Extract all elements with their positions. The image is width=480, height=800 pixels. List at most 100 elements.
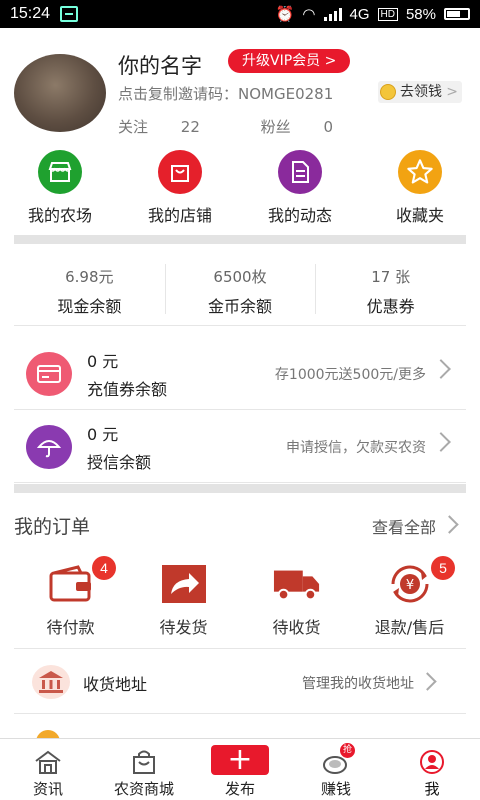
signal-icon bbox=[323, 7, 342, 21]
quick-label: 我的店铺 bbox=[147, 206, 212, 225]
follow-label: 关注 bbox=[118, 118, 149, 136]
upgrade-vip-button[interactable]: 升级VIP会员 > bbox=[228, 49, 351, 73]
credit-label: 授信余额 bbox=[87, 453, 152, 472]
balance-summary: 6.98元 现金余额 6500枚 金币余额 17 张 优惠券 bbox=[14, 258, 466, 326]
status-time: 15:24 bbox=[10, 5, 51, 22]
farm-shop-icon bbox=[38, 150, 82, 194]
get-money-label: 去领钱 bbox=[400, 84, 442, 100]
fans-link[interactable]: 粉丝 0 bbox=[261, 118, 361, 136]
order-label: 待付款 bbox=[46, 618, 95, 637]
balance-label: 优惠券 bbox=[366, 297, 415, 316]
balance-value: 17 张 bbox=[371, 268, 411, 286]
screenshot-scan-icon bbox=[60, 6, 79, 22]
grab-tag: 抢 bbox=[340, 743, 355, 758]
recharge-amount: 0 元 bbox=[87, 352, 119, 371]
document-icon bbox=[278, 150, 322, 194]
orders-header: 我的订单 查看全部 bbox=[14, 504, 466, 544]
avatar[interactable] bbox=[14, 54, 106, 132]
order-refund-aftersale[interactable]: ¥ 5 退款/售后 bbox=[353, 556, 466, 644]
truck-icon bbox=[273, 564, 321, 604]
tab-label: 我 bbox=[424, 780, 440, 798]
share-arrow-icon bbox=[160, 564, 208, 604]
follow-link[interactable]: 关注 22 bbox=[118, 118, 228, 136]
fans-label: 粉丝 bbox=[260, 118, 291, 136]
orders-title: 我的订单 bbox=[14, 516, 91, 538]
chevron-right-icon bbox=[431, 432, 451, 452]
quick-my-feed[interactable]: 我的动态 bbox=[240, 150, 360, 230]
quick-actions: 我的农场 我的店铺 我的动态 收藏夹 bbox=[0, 150, 480, 230]
chevron-right-icon: > bbox=[446, 84, 458, 100]
recharge-voucher-row[interactable]: 0 元 充值券余额 存1000元送500元/更多 bbox=[14, 338, 466, 410]
chevron-right-icon bbox=[418, 672, 437, 691]
user-icon bbox=[417, 749, 447, 775]
order-label: 退款/售后 bbox=[374, 618, 445, 637]
bottom-navigation: 资讯 农资商城 + 发布 抢 赚钱 我 bbox=[0, 738, 480, 800]
tab-label: 农资商城 bbox=[113, 780, 174, 798]
plus-icon: + bbox=[211, 745, 269, 775]
battery-percent: 58% bbox=[405, 5, 436, 23]
credit-amount: 0 元 bbox=[87, 425, 119, 444]
balance-label: 现金余额 bbox=[57, 297, 122, 316]
get-money-button[interactable]: 去领钱 > bbox=[378, 81, 462, 103]
quick-my-farm[interactable]: 我的农场 bbox=[0, 150, 120, 230]
section-divider bbox=[14, 484, 466, 493]
bank-building-icon bbox=[32, 665, 70, 699]
view-all-orders-link[interactable]: 查看全部 bbox=[372, 514, 436, 538]
chevron-right-icon bbox=[431, 359, 451, 379]
wifi-icon: ◠ bbox=[302, 6, 316, 23]
credit-hint: 申请授信，欠款买农资 bbox=[286, 440, 426, 456]
star-icon bbox=[398, 150, 442, 194]
umbrella-icon bbox=[26, 425, 72, 469]
address-label: 收货地址 bbox=[83, 675, 148, 694]
quick-label: 我的农场 bbox=[27, 206, 92, 225]
tab-me[interactable]: 我 bbox=[384, 739, 480, 800]
follow-stats: 关注 22 粉丝 0 bbox=[118, 116, 389, 137]
tab-mall[interactable]: 农资商城 bbox=[96, 739, 192, 800]
balance-label: 金币余额 bbox=[208, 297, 273, 316]
fans-count: 0 bbox=[323, 118, 334, 136]
battery-icon bbox=[444, 8, 470, 20]
tab-label: 赚钱 bbox=[320, 780, 351, 798]
chevron-right-icon bbox=[440, 515, 459, 534]
order-label: 待发货 bbox=[159, 618, 208, 637]
shopping-bag-icon bbox=[158, 150, 202, 194]
gold-coin-icon bbox=[380, 84, 396, 100]
tab-earn[interactable]: 抢 赚钱 bbox=[288, 739, 384, 800]
order-pending-receipt[interactable]: 待收货 bbox=[240, 558, 353, 644]
shipping-address-row[interactable]: 收货地址 管理我的收货地址 bbox=[14, 648, 466, 714]
invite-prefix: 点击复制邀请码： bbox=[118, 85, 239, 103]
quick-favorites[interactable]: 收藏夹 bbox=[360, 150, 480, 230]
card-icon bbox=[26, 352, 72, 396]
follow-count: 22 bbox=[180, 118, 200, 136]
tab-news[interactable]: 资讯 bbox=[0, 739, 96, 800]
order-label: 待收货 bbox=[272, 618, 321, 637]
alarm-icon: ⏰ bbox=[275, 6, 295, 23]
pending-payment-badge: 4 bbox=[92, 556, 116, 580]
shopping-bag-icon bbox=[129, 749, 159, 775]
tab-label: 发布 bbox=[224, 780, 255, 798]
invite-code-copy[interactable]: 点击复制邀请码：NOMGE0281 bbox=[118, 83, 333, 104]
coin-grab-icon: 抢 bbox=[321, 743, 355, 775]
hd-icon: HD bbox=[377, 7, 398, 21]
coupon-balance[interactable]: 17 张 优惠券 bbox=[315, 258, 466, 325]
refund-badge: 5 bbox=[431, 556, 455, 580]
tab-publish[interactable]: + 发布 bbox=[192, 739, 288, 800]
order-status-grid: 4 待付款 待发货 待收货 ¥ 5 退款/售后 bbox=[0, 556, 480, 644]
status-bar: 15:24 ⏰ ◠ 4G HD 58% bbox=[0, 0, 480, 28]
order-pending-payment[interactable]: 4 待付款 bbox=[14, 556, 127, 644]
credit-balance-row[interactable]: 0 元 授信余额 申请授信，欠款买农资 bbox=[14, 411, 466, 483]
balance-value: 6500枚 bbox=[213, 268, 267, 286]
tab-label: 资讯 bbox=[32, 780, 63, 798]
coin-balance[interactable]: 6500枚 金币余额 bbox=[164, 258, 316, 325]
quick-label: 我的动态 bbox=[267, 206, 332, 225]
cash-balance[interactable]: 6.98元 现金余额 bbox=[14, 258, 165, 325]
quick-my-shop[interactable]: 我的店铺 bbox=[120, 150, 240, 230]
balance-value: 6.98元 bbox=[65, 268, 114, 286]
refund-yen-icon: ¥ bbox=[386, 564, 434, 604]
address-hint: 管理我的收货地址 bbox=[302, 676, 414, 692]
quick-label: 收藏夹 bbox=[395, 206, 444, 225]
order-pending-shipment[interactable]: 待发货 bbox=[127, 558, 240, 644]
network-type: 4G bbox=[349, 5, 370, 23]
user-name[interactable]: 你的名字 bbox=[118, 50, 202, 80]
recharge-hint: 存1000元送500元/更多 bbox=[274, 367, 426, 383]
